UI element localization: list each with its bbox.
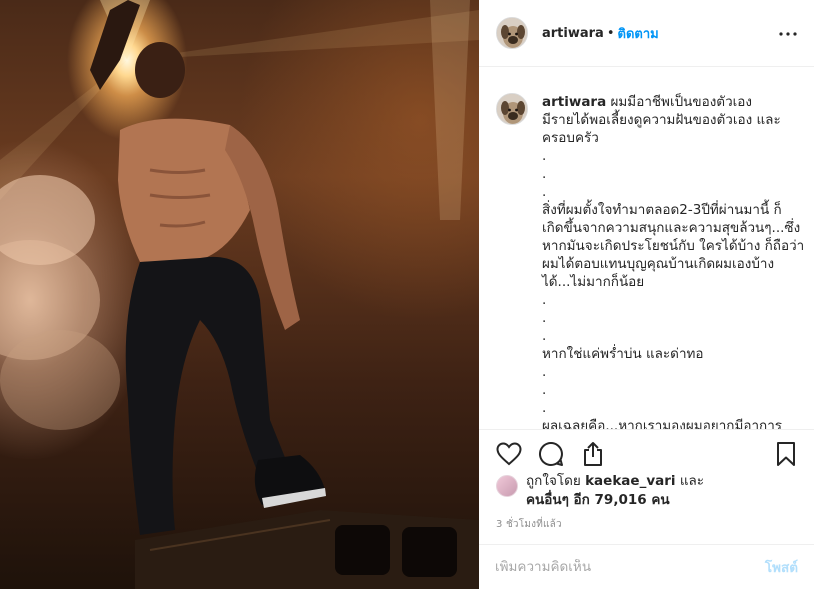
concert-photo-illustration [0,0,479,589]
post-photo[interactable] [0,0,479,589]
likes-and: และ [679,473,705,489]
action-bar [479,429,814,477]
caption-line: เกิดขึ้นจากความสนุกและความสุขล้วนๆ...ซึ่… [542,220,801,236]
caption-line: . [542,400,547,416]
more-options-icon[interactable] [776,22,800,46]
caption-line: . [542,328,547,344]
comment-input[interactable] [495,559,765,575]
caption-line: ผมได้ตอบแทนบุญคุณบ้านเกิดผมเองบ้าง [542,256,775,272]
caption-line: ครอบครัว [542,130,599,146]
heart-icon[interactable] [495,440,523,468]
caption-avatar[interactable] [496,93,528,125]
bookmark-icon[interactable] [774,440,798,468]
post-comment-button[interactable]: โพสต์ [765,556,798,578]
caption-line: ผลเฉลยคือ...หากเรามองผมอยากมีอาการ [542,418,783,429]
caption-line: . [542,148,547,164]
likes-prefix: ถูกใจโดย [526,473,581,489]
caption-line: . [542,166,547,182]
caption-line: หากมันจะเกิดประโยชน์กับ ใครได้บ้าง ก็ถือ… [542,238,805,254]
caption-line: artiwara ผมมีอาชีพเป็นของตัวเอง [542,93,804,111]
profile-avatar[interactable] [496,17,528,49]
post-header: artiwara • ติดตาม [479,0,814,67]
post-username[interactable]: artiwara [542,26,604,41]
liker-username[interactable]: kaekae_vari [585,473,675,489]
likes-summary: ถูกใจโดย kaekae_vari และ คนอื่นๆ อีก 79,… [496,472,806,510]
caption-line: ได้...ไม่มากก็น้อย [542,274,645,290]
likes-count-link[interactable]: คนอื่นๆ อีก 79,016 คน [526,492,670,508]
caption-line: . [542,382,547,398]
caption-text: artiwara ผมมีอาชีพเป็นของตัวเอง มีรายได้… [542,93,804,429]
caption-line: . [542,184,547,200]
caption-line: หากใช่แค่พร่ำบ่น และด่าทอ [542,346,704,362]
caption-line: . [542,364,547,380]
post-detail-panel: artiwara • ติดตาม artiwara ผมมีอาชีพเป็น… [479,0,814,589]
follow-button[interactable]: ติดตาม [618,23,659,44]
liker-avatar[interactable] [496,475,518,497]
caption-line-text: ผมมีอาชีพเป็นของตัวเอง [610,94,752,110]
dog-avatar-icon [497,94,527,124]
comment-box: โพสต์ [479,544,814,589]
caption-line: . [542,292,547,308]
caption-line: . [542,310,547,326]
separator-dot: • [606,25,615,41]
share-icon[interactable] [579,440,607,468]
post-timestamp[interactable]: 3 ชั่วโมงที่แล้ว [496,517,562,532]
caption-section: artiwara ผมมีอาชีพเป็นของตัวเอง มีรายได้… [479,67,814,429]
likes-text: ถูกใจโดย kaekae_vari และ คนอื่นๆ อีก 79,… [526,472,704,510]
caption-line: สิ่งที่ผมตั้งใจทำมาตลอด2-3ปีที่ผ่านมานี้… [542,202,782,218]
dog-avatar-icon [497,18,527,48]
caption-username[interactable]: artiwara [542,94,606,110]
comment-icon[interactable] [537,440,565,468]
caption-line: มีรายได้พอเลี้ยงดูความฝันของตัวเอง และ [542,112,781,128]
